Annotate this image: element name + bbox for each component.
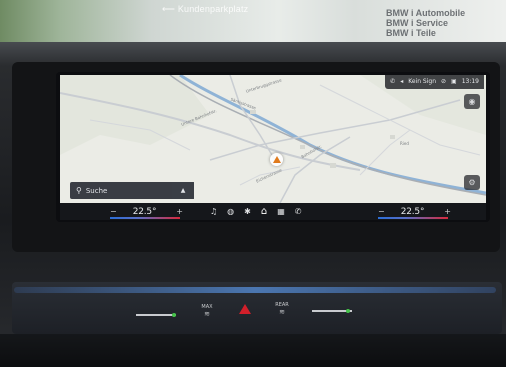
rear-defrost-button[interactable]: REAR ≋: [274, 302, 290, 316]
music-icon[interactable]: ♫: [210, 207, 217, 216]
compass-icon: ◉: [468, 97, 476, 106]
compass-button[interactable]: ◉: [464, 94, 480, 109]
fan-icon[interactable]: ✱: [244, 207, 251, 216]
passenger-temp-minus-button[interactable]: −: [378, 207, 385, 216]
driver-temp-minus-button[interactable]: −: [110, 207, 117, 216]
right-slider-indicator: [346, 309, 350, 313]
map-settings-button[interactable]: ⚙: [464, 175, 480, 190]
max-defrost-button[interactable]: MAX ≋: [200, 304, 214, 318]
search-label: Suche: [85, 186, 108, 195]
phone-icon[interactable]: ✆: [295, 207, 302, 216]
street-label-6: Ried: [400, 141, 409, 146]
bmw-sign: BMW i Automobile BMW i Service BMW i Tei…: [386, 8, 466, 38]
apps-icon[interactable]: ▦: [277, 207, 285, 216]
showroom-sign: ⟵ Kundenparkplatz: [162, 4, 249, 14]
climate-icon[interactable]: ◍: [227, 207, 234, 216]
phone-status-icon: ✆: [390, 78, 396, 85]
climate-bar: − 22.5° + ♫ ◍ ✱ ⌂ ▦ ✆ − 22.5° +: [60, 203, 486, 220]
defrost-icon: ≋: [204, 310, 210, 318]
passenger-temp-plus-button[interactable]: +: [444, 207, 451, 216]
rear-defrost-icon: ≋: [279, 308, 285, 316]
battery-icon: ▣: [451, 78, 457, 85]
passenger-temp-gradient: [378, 217, 448, 219]
car-dashboard-scene: ⟵ Kundenparkplatz BMW i Automobile BMW i…: [0, 0, 506, 367]
signal-status-text: Kein Sign: [408, 78, 436, 85]
navigation-arrow-icon: ◂: [400, 78, 404, 85]
quick-access-icons: ♫ ◍ ✱ ⌂ ▦ ✆: [210, 203, 301, 220]
driver-temp-gradient: [110, 217, 180, 219]
hazard-button[interactable]: [239, 304, 251, 314]
status-bar: ✆ ◂ Kein Sign ⊘ ▣ 13:19: [385, 75, 484, 89]
search-bar[interactable]: ⚲ Suche ▲: [70, 182, 194, 199]
driver-temp-value: 22.5°: [132, 206, 157, 217]
vehicle-position-icon: [270, 153, 283, 166]
connectivity-icon: ⊘: [441, 78, 447, 85]
navigation-map[interactable]: Unterbruggstrasse Untere Bahnhofstr. Sän…: [60, 75, 486, 203]
left-climate-slider[interactable]: [136, 313, 176, 317]
chevron-up-icon[interactable]: ▲: [172, 182, 194, 199]
dashboard-lower-trim: [0, 334, 506, 367]
driver-temperature-control[interactable]: − 22.5° +: [110, 203, 183, 220]
ambient-light-strip: [14, 287, 496, 293]
left-slider-indicator: [172, 313, 176, 317]
driver-temp-plus-button[interactable]: +: [176, 207, 183, 216]
clock: 13:19: [461, 78, 479, 85]
home-icon[interactable]: ⌂: [261, 206, 267, 217]
infotainment-display: Unterbruggstrasse Untere Bahnhofstr. Sän…: [56, 72, 490, 222]
search-icon: ⚲: [76, 186, 82, 195]
passenger-temperature-control[interactable]: − 22.5° +: [378, 203, 451, 220]
right-climate-slider[interactable]: [312, 309, 352, 313]
gear-icon: ⚙: [468, 178, 476, 187]
passenger-temp-value: 22.5°: [400, 206, 425, 217]
